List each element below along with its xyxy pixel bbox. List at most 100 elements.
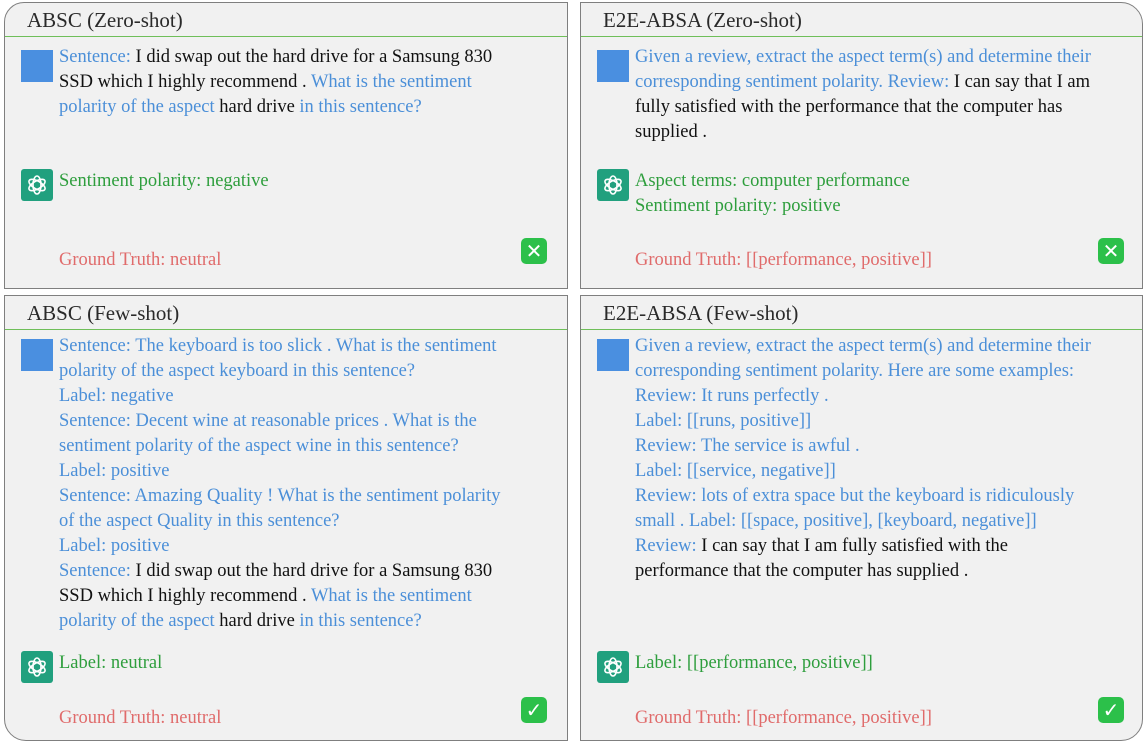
user-avatar-icon (21, 339, 53, 371)
prompt-instruction-text: polarity of the aspect keyboard in this … (59, 361, 415, 381)
panel-absc-zero-shot: ABSC (Zero-shot) Sentence: I did swap ou… (4, 2, 568, 289)
prompt-input-text: I can say that I am (949, 72, 1091, 92)
prompt-line: polarity of the aspect hard drive in thi… (59, 95, 492, 120)
prompt-instruction-text: Label: [[service, negative]] (635, 461, 836, 481)
prompt-input-text: SSD which I highly recommend . (59, 586, 311, 606)
user-avatar-icon (21, 50, 53, 82)
prompt-input-text: SSD which I highly recommend . (59, 72, 311, 92)
prompt-instruction-text: Sentence: Amazing Quality ! What is the … (59, 486, 501, 506)
prompt-instruction-text: Review: (635, 536, 697, 556)
prompt-instruction-text: Given a review, extract the aspect term(… (635, 336, 1091, 356)
prompt-text: Sentence: I did swap out the hard drive … (59, 45, 492, 120)
prompt-instruction-text: polarity of the aspect (59, 611, 220, 631)
prompt-line: Label: positive (59, 459, 501, 484)
chatbot-logo-icon (21, 651, 53, 683)
prompt-instruction-text: Label: positive (59, 536, 170, 556)
ground-truth: Ground Truth: neutral (59, 708, 222, 728)
prompt-line: fully satisfied with the performance tha… (635, 95, 1091, 120)
prompt-input-text: I did swap out the hard drive for a Sams… (130, 47, 493, 67)
check-mark-icon: ✓ (521, 697, 547, 723)
prompt-text: Given a review, extract the aspect term(… (635, 334, 1091, 584)
prompt-line: corresponding sentiment polarity. Review… (635, 70, 1091, 95)
model-answer: Label: neutral (59, 651, 162, 676)
prompt-input-text: I can say that I am fully satisfied with… (696, 536, 1008, 556)
model-answer: Aspect terms: computer performance Sentim… (635, 169, 910, 219)
prompt-input-text: fully satisfied with the performance tha… (635, 97, 1063, 117)
panel-title: E2E-ABSA (Zero-shot) (581, 3, 1142, 37)
prompt-line: Review: It runs perfectly . (635, 384, 1091, 409)
prompt-line: corresponding sentiment polarity. Here a… (635, 359, 1091, 384)
answer-line: Sentiment polarity: negative (59, 171, 269, 191)
prompt-instruction-text: sentiment polarity of the aspect wine in… (59, 436, 459, 456)
prompt-line: Label: negative (59, 384, 501, 409)
prompt-instruction-text: corresponding sentiment polarity. Review… (635, 72, 950, 92)
user-avatar-icon (597, 50, 629, 82)
prompt-line: Label: [[service, negative]] (635, 459, 1091, 484)
panel-title: ABSC (Zero-shot) (5, 3, 567, 37)
panel-title: ABSC (Few-shot) (5, 296, 567, 330)
prompt-line: Sentence: Amazing Quality ! What is the … (59, 484, 501, 509)
prompt-instruction-text: in this sentence? (294, 611, 422, 631)
prompt-line: polarity of the aspect hard drive in thi… (59, 609, 501, 634)
prompt-instruction-text: Label: negative (59, 386, 174, 406)
prompt-line: Sentence: Decent wine at reasonable pric… (59, 409, 501, 434)
answer-line: Aspect terms: computer performance (635, 171, 910, 191)
prompt-line: small . Label: [[space, positive], [keyb… (635, 509, 1091, 534)
prompt-input-text: performance that the computer has suppli… (635, 561, 969, 581)
prompt-text: Given a review, extract the aspect term(… (635, 45, 1091, 145)
prompt-line: Label: [[runs, positive]] (635, 409, 1091, 434)
prompt-line: Given a review, extract the aspect term(… (635, 45, 1091, 70)
prompt-line: sentiment polarity of the aspect wine in… (59, 434, 501, 459)
model-answer: Sentiment polarity: negative (59, 169, 269, 194)
panel-title: E2E-ABSA (Few-shot) (581, 296, 1142, 330)
answer-line: Label: [[performance, positive]] (635, 653, 873, 673)
prompt-instruction-text: Review: It runs perfectly . (635, 386, 829, 406)
prompt-input-text: hard drive (219, 97, 295, 117)
prompt-line: Review: I can say that I am fully satisf… (635, 534, 1091, 559)
ground-truth: Ground Truth: [[performance, positive]] (635, 708, 932, 728)
prompt-text: Sentence: The keyboard is too slick . Wh… (59, 334, 501, 634)
user-avatar-icon (597, 339, 629, 371)
chatbot-logo-icon (597, 651, 629, 683)
prompt-instruction-text: Given a review, extract the aspect term(… (635, 47, 1091, 67)
ground-truth: Ground Truth: [[performance, positive]] (635, 250, 932, 270)
prompt-instruction-text: Label: [[runs, positive]] (635, 411, 812, 431)
prompt-instruction-text: Sentence: Decent wine at reasonable pric… (59, 411, 477, 431)
prompt-line: Sentence: I did swap out the hard drive … (59, 559, 501, 584)
prompt-line: Given a review, extract the aspect term(… (635, 334, 1091, 359)
chatbot-logo-icon (21, 169, 53, 201)
ground-truth: Ground Truth: neutral (59, 250, 222, 270)
chatbot-logo-icon (597, 169, 629, 201)
check-mark-icon: ✓ (1098, 697, 1124, 723)
panel-e2e-absa-zero-shot: E2E-ABSA (Zero-shot) Given a review, ext… (580, 2, 1143, 289)
answer-line: Label: neutral (59, 653, 163, 673)
prompt-input-text: supplied . (635, 122, 707, 142)
prompt-line: polarity of the aspect keyboard in this … (59, 359, 501, 384)
prompt-instruction-text: corresponding sentiment polarity. Here a… (635, 361, 1075, 381)
prompt-line: Sentence: The keyboard is too slick . Wh… (59, 334, 501, 359)
prompt-line: Review: lots of extra space but the keyb… (635, 484, 1091, 509)
prompt-line: SSD which I highly recommend . What is t… (59, 70, 492, 95)
panel-absc-few-shot: ABSC (Few-shot) Sentence: The keyboard i… (4, 295, 568, 741)
prompt-line: performance that the computer has suppli… (635, 559, 1091, 584)
prompt-line: Sentence: I did swap out the hard drive … (59, 45, 492, 70)
prompt-instruction-text: in this sentence? (294, 97, 422, 117)
model-answer: Label: [[performance, positive]] (635, 651, 873, 676)
cross-mark-icon: ✕ (1098, 238, 1124, 264)
panel-e2e-absa-few-shot: E2E-ABSA (Few-shot) Given a review, extr… (580, 295, 1143, 741)
prompt-line: Review: The service is awful . (635, 434, 1091, 459)
prompt-instruction-text: What is the sentiment (310, 72, 472, 92)
prompt-instruction-text: small . Label: [[space, positive], [keyb… (635, 511, 1037, 531)
prompt-instruction-text: Sentence: (59, 561, 131, 581)
prompt-instruction-text: polarity of the aspect (59, 97, 220, 117)
prompt-instruction-text: Review: lots of extra space but the keyb… (635, 486, 1075, 506)
prompt-line: Label: positive (59, 534, 501, 559)
prompt-line: SSD which I highly recommend . What is t… (59, 584, 501, 609)
prompt-line: supplied . (635, 120, 1091, 145)
prompt-instruction-text: What is the sentiment (310, 586, 472, 606)
prompt-instruction-text: Sentence: (59, 47, 131, 67)
prompt-instruction-text: Sentence: The keyboard is too slick . Wh… (59, 336, 497, 356)
prompt-instruction-text: Label: positive (59, 461, 170, 481)
prompt-input-text: hard drive (219, 611, 295, 631)
prompt-instruction-text: of the aspect Quality in this sentence? (59, 511, 340, 531)
